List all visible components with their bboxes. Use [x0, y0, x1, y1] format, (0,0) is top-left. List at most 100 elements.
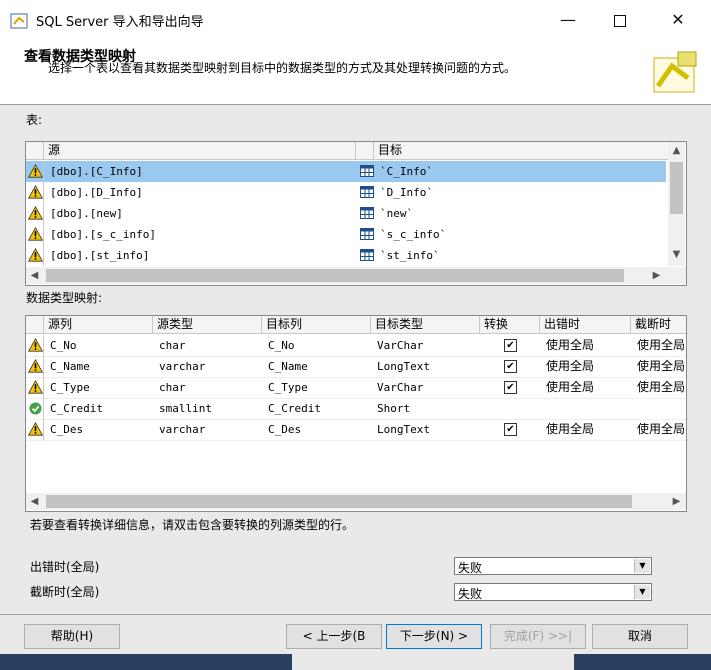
- source-type-cell: char: [159, 381, 186, 394]
- chevron-down-icon[interactable]: ▼: [634, 559, 650, 573]
- finish-button[interactable]: 完成(F) >>|: [490, 624, 586, 649]
- close-icon: ✕: [671, 10, 685, 29]
- column-header-source-type[interactable]: 源类型: [153, 316, 262, 334]
- table-icon: [360, 249, 374, 261]
- warning-icon: [28, 206, 43, 220]
- table-row[interactable]: [dbo].[D_Info] `D_Info`: [26, 182, 666, 203]
- global-on-truncate-value: 失败: [458, 587, 483, 601]
- column-header-source-column[interactable]: 源列: [44, 316, 153, 334]
- column-header-convert[interactable]: 转换: [480, 316, 540, 334]
- scroll-right-icon[interactable]: ▶: [668, 493, 685, 510]
- table-target-cell: `s_c_info`: [380, 228, 447, 241]
- column-header-on-error[interactable]: 出错时: [540, 316, 631, 334]
- scroll-thumb[interactable]: [46, 495, 632, 508]
- warning-icon: [28, 164, 43, 178]
- page-description: 选择一个表以查看其数据类型映射到目标中的数据类型的方式及其处理转换问题的方式。: [48, 61, 517, 75]
- on-truncate-cell[interactable]: 使用全局: [633, 377, 686, 398]
- on-error-cell[interactable]: 使用全局: [542, 335, 631, 356]
- mapping-row[interactable]: C_Credit smallint C_Credit Short: [26, 398, 686, 420]
- table-source-cell: [dbo].[s_c_info]: [50, 228, 156, 241]
- cancel-button[interactable]: 取消: [592, 624, 688, 649]
- table-row[interactable]: [dbo].[new] `new`: [26, 203, 666, 224]
- mapping-grid[interactable]: 源列 源类型 目标列 目标类型 转换 出错时 截断时 C_No char C_No V…: [25, 315, 687, 512]
- on-error-cell[interactable]: 使用全局: [542, 419, 631, 440]
- tables-grid[interactable]: 源 目标 [dbo].[C_Info] `C_Info` [dbo].[D_Info…: [25, 141, 687, 286]
- target-column-cell: C_Credit: [268, 402, 321, 415]
- column-header-target[interactable]: 目标: [374, 142, 669, 160]
- minimize-icon: —: [560, 10, 576, 29]
- target-type-cell: LongText: [377, 360, 430, 373]
- on-error-cell[interactable]: 使用全局: [542, 377, 631, 398]
- table-row[interactable]: [dbo].[st_info] `st_info`: [26, 245, 666, 266]
- close-button[interactable]: ✕: [656, 4, 700, 36]
- table-icon: [360, 228, 374, 240]
- target-column-cell: C_Name: [268, 360, 308, 373]
- table-icon: [360, 186, 374, 198]
- table-target-cell: `C_Info`: [380, 165, 433, 178]
- table-target-cell: `new`: [380, 207, 414, 220]
- convert-checkbox[interactable]: ✔: [504, 423, 517, 436]
- warning-icon: [28, 359, 43, 373]
- scroll-left-icon[interactable]: ◀: [26, 493, 43, 510]
- convert-checkbox[interactable]: ✔: [504, 339, 517, 352]
- mapping-horizontal-scrollbar[interactable]: ◀ ▶: [26, 493, 686, 510]
- source-type-cell: varchar: [159, 423, 206, 436]
- source-column-cell: C_Name: [50, 360, 90, 373]
- minimize-button[interactable]: —: [546, 4, 590, 36]
- column-header-on-truncate[interactable]: 截断时: [631, 316, 686, 334]
- mapping-row[interactable]: C_No char C_No VarChar ✔ 使用全局 使用全局: [26, 335, 686, 357]
- scroll-thumb[interactable]: [670, 162, 683, 214]
- warning-icon: [28, 227, 43, 241]
- window-title: SQL Server 导入和导出向导: [36, 15, 204, 30]
- on-error-cell[interactable]: [542, 398, 631, 419]
- convert-checkbox[interactable]: ✔: [504, 360, 517, 373]
- column-header-target-type[interactable]: 目标类型: [371, 316, 480, 334]
- source-type-cell: smallint: [159, 402, 212, 415]
- mapping-row[interactable]: C_Type char C_Type VarChar ✔ 使用全局 使用全局: [26, 377, 686, 399]
- convert-checkbox[interactable]: ✔: [504, 381, 517, 394]
- source-column-cell: C_Des: [50, 423, 84, 436]
- conversion-hint: 若要查看转换详细信息，请双击包含要转换的列源类型的行。: [30, 518, 355, 532]
- target-column-cell: C_Des: [268, 423, 302, 436]
- scroll-left-icon[interactable]: ◀: [26, 267, 43, 284]
- tables-vertical-scrollbar[interactable]: ▲ ▼: [668, 142, 685, 266]
- source-type-cell: varchar: [159, 360, 206, 373]
- table-row[interactable]: [dbo].[C_Info] `C_Info`: [26, 161, 666, 182]
- success-icon: [29, 402, 42, 415]
- scroll-up-icon[interactable]: ▲: [668, 142, 685, 159]
- table-row[interactable]: [dbo].[s_c_info] `s_c_info`: [26, 224, 666, 245]
- on-truncate-cell[interactable]: [633, 398, 686, 419]
- table-source-cell: [dbo].[new]: [50, 207, 123, 220]
- target-type-cell: VarChar: [377, 381, 424, 394]
- help-button[interactable]: 帮助(H): [24, 624, 120, 649]
- mapping-row[interactable]: C_Des varchar C_Des LongText ✔ 使用全局 使用全局: [26, 419, 686, 441]
- next-button[interactable]: 下一步(N) >: [386, 624, 482, 649]
- on-truncate-cell[interactable]: 使用全局: [633, 419, 686, 440]
- back-button[interactable]: < 上一步(B: [286, 624, 382, 649]
- tables-horizontal-scrollbar[interactable]: ◀ ▶: [26, 267, 686, 284]
- global-on-error-value: 失败: [458, 561, 483, 575]
- on-truncate-cell[interactable]: 使用全局: [633, 356, 686, 377]
- on-truncate-cell[interactable]: 使用全局: [633, 335, 686, 356]
- target-column-cell: C_No: [268, 339, 295, 352]
- scroll-thumb[interactable]: [46, 269, 624, 282]
- on-error-cell[interactable]: 使用全局: [542, 356, 631, 377]
- column-header-source[interactable]: 源: [44, 142, 356, 160]
- warning-icon: [28, 248, 43, 262]
- table-source-cell: [dbo].[st_info]: [50, 249, 150, 262]
- mapping-row[interactable]: C_Name varchar C_Name LongText ✔ 使用全局 使用全局: [26, 356, 686, 378]
- warning-icon: [28, 422, 43, 436]
- title-bar: SQL Server 导入和导出向导 — ✕: [0, 0, 711, 40]
- chevron-down-icon[interactable]: ▼: [634, 585, 650, 599]
- warning-icon: [28, 185, 43, 199]
- scroll-right-icon[interactable]: ▶: [648, 267, 665, 284]
- target-type-cell: Short: [377, 402, 411, 415]
- global-on-truncate-label: 截断时(全局): [30, 585, 100, 599]
- global-on-truncate-select[interactable]: 失败 ▼: [454, 583, 652, 601]
- column-header-target-column[interactable]: 目标列: [262, 316, 371, 334]
- table-target-cell: `st_info`: [380, 249, 440, 262]
- scroll-down-icon[interactable]: ▼: [668, 246, 685, 263]
- table-target-cell: `D_Info`: [380, 186, 433, 199]
- maximize-button[interactable]: [598, 4, 642, 36]
- global-on-error-select[interactable]: 失败 ▼: [454, 557, 652, 575]
